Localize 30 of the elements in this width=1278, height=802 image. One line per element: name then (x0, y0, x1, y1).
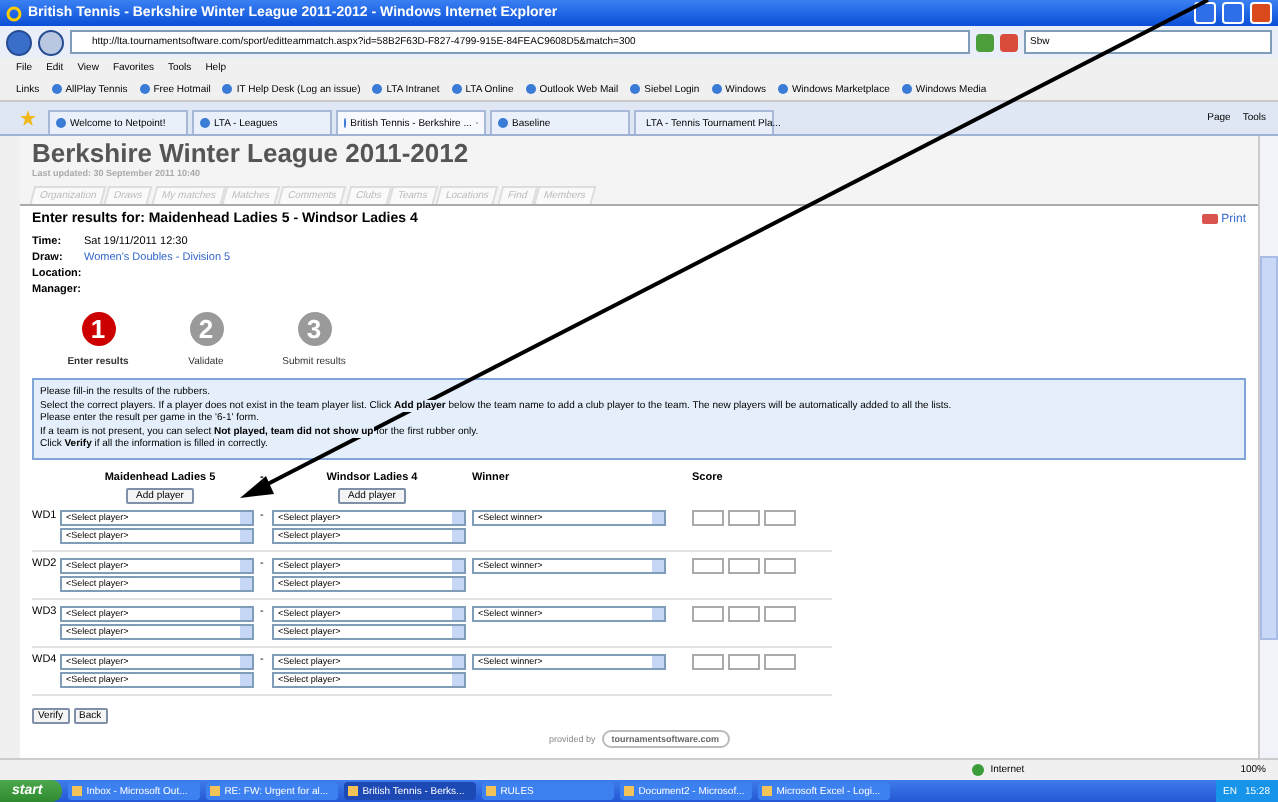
minimize-button[interactable] (1194, 2, 1216, 24)
score-field[interactable] (764, 653, 796, 669)
score-field[interactable] (692, 653, 724, 669)
caret-icon (652, 655, 664, 667)
globe-icon (972, 764, 985, 776)
score-field[interactable] (764, 509, 796, 525)
score-field[interactable] (764, 605, 796, 621)
step-number: 1 (81, 312, 115, 346)
refresh-button[interactable] (976, 33, 994, 51)
score-field[interactable] (728, 605, 760, 621)
score-field[interactable] (692, 605, 724, 621)
stop-button[interactable] (1000, 33, 1018, 51)
caret-icon (652, 559, 664, 571)
scrollbar[interactable] (1258, 136, 1278, 758)
score-field[interactable] (692, 557, 724, 573)
maximize-button[interactable] (1222, 2, 1244, 24)
browser-icon (6, 5, 22, 21)
close-button[interactable] (1250, 2, 1272, 24)
score-field[interactable] (728, 653, 760, 669)
step-number: 2 (189, 312, 223, 346)
back-button[interactable] (6, 29, 32, 55)
caret-icon (652, 511, 664, 523)
score-field[interactable] (728, 557, 760, 573)
score-field[interactable] (692, 509, 724, 525)
forward-button[interactable] (38, 29, 64, 55)
caret-icon (652, 607, 664, 619)
step-number: 3 (297, 312, 331, 346)
page-title: Berkshire Winter League 2011-2012 (32, 140, 471, 168)
score-field[interactable] (728, 509, 760, 525)
score-field[interactable] (764, 557, 796, 573)
